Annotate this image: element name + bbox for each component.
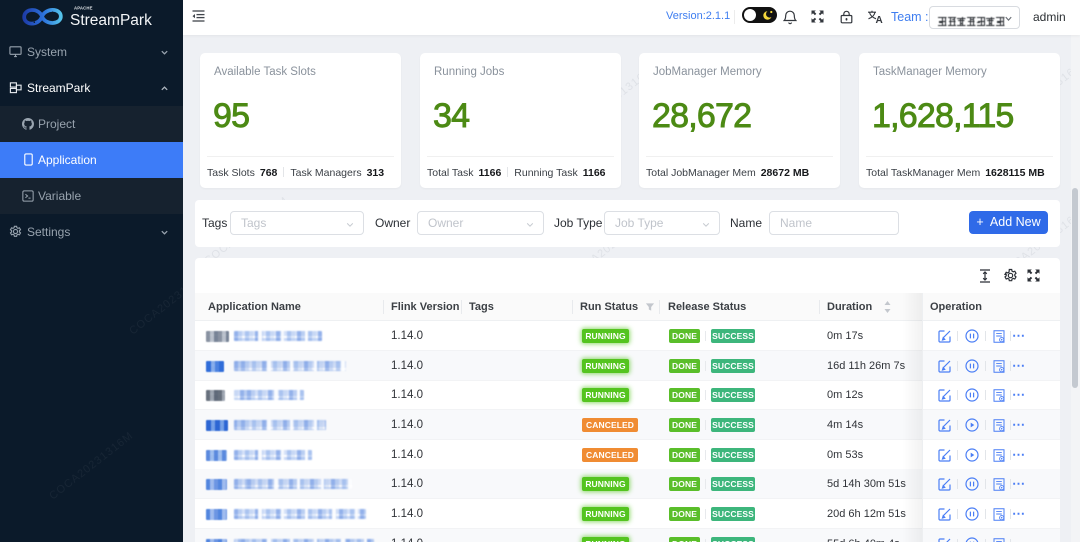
svg-text:A: A — [876, 15, 883, 24]
